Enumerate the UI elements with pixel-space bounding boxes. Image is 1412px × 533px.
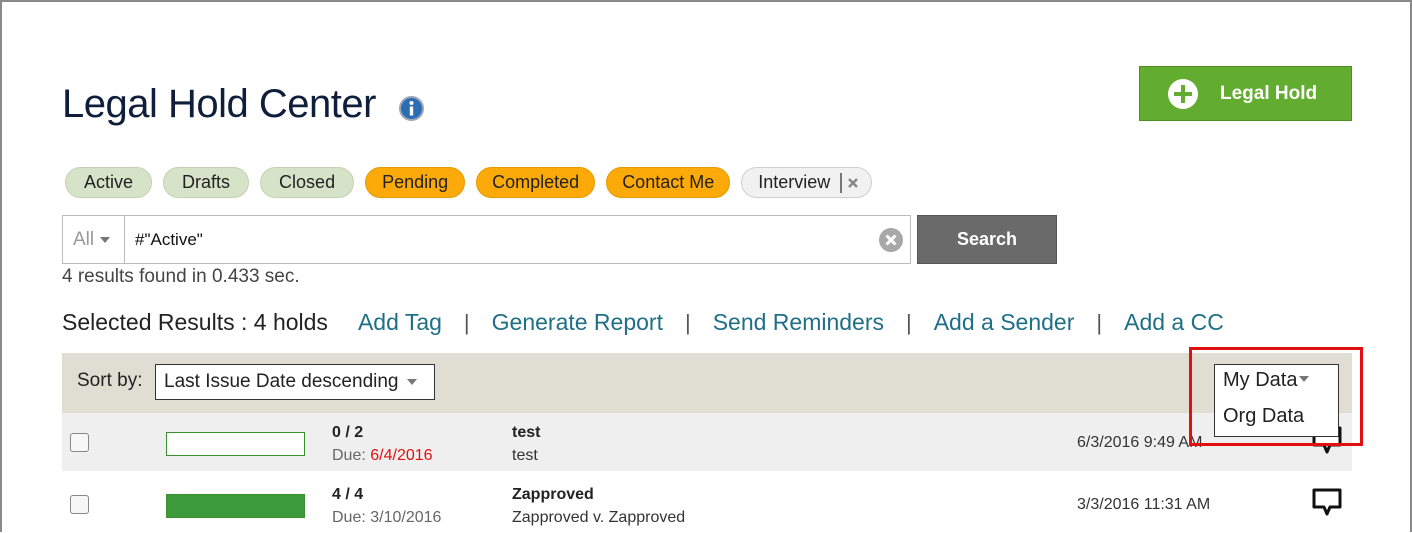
chip-label: Drafts xyxy=(182,172,231,192)
divider: | xyxy=(463,309,470,335)
due-label: Due: xyxy=(332,509,366,526)
data-scope-selected[interactable]: My Data xyxy=(1223,369,1297,392)
chip-label: Closed xyxy=(279,172,336,192)
response-count: 0 / 2 xyxy=(332,424,364,441)
search-input[interactable] xyxy=(125,228,878,251)
due-date: Due: 6/4/2016 xyxy=(332,447,433,465)
generate-report-link[interactable]: Generate Report xyxy=(492,309,663,336)
sort-dropdown[interactable]: Last Issue Date descending xyxy=(155,364,435,400)
progress-bar xyxy=(166,494,305,518)
chip-label: Contact Me xyxy=(622,172,715,192)
filter-chips: Active Drafts Closed Pending Completed C… xyxy=(65,167,883,198)
close-icon xyxy=(848,177,859,188)
divider: | xyxy=(906,309,912,335)
comment-icon[interactable] xyxy=(1311,487,1343,519)
results-count: 4 results found in 0.433 sec. xyxy=(62,266,300,287)
data-scope-dropdown[interactable]: My Data Org Data xyxy=(1214,364,1339,437)
divider: | xyxy=(1096,309,1103,335)
issue-timestamp: 6/3/2016 9:49 AM xyxy=(1077,434,1203,451)
chip-label: Active xyxy=(84,172,134,192)
add-legal-hold-button[interactable]: Legal Hold xyxy=(1139,66,1352,121)
plus-circle-icon xyxy=(1168,78,1198,109)
sort-bar: Sort by: Last Issue Date descending xyxy=(62,353,1352,413)
row-checkbox[interactable] xyxy=(70,433,89,452)
info-icon[interactable] xyxy=(399,96,424,121)
filter-chip-active[interactable]: Active xyxy=(65,167,153,198)
chevron-down-icon xyxy=(406,379,417,385)
chevron-down-icon xyxy=(100,236,111,243)
response-count: 4 / 4 xyxy=(332,486,364,503)
filter-chip-drafts[interactable]: Drafts xyxy=(163,167,250,198)
sort-value: Last Issue Date descending xyxy=(164,371,399,392)
filter-chip-contact-me[interactable]: Contact Me xyxy=(606,167,731,198)
filter-chip-interview[interactable]: Interview xyxy=(741,167,873,198)
progress-fill xyxy=(167,495,304,517)
table-row[interactable]: 0 / 2 Due: 6/4/2016 test test 6/3/2016 9… xyxy=(62,413,1352,471)
row-checkbox[interactable] xyxy=(70,495,89,514)
hold-name[interactable]: test xyxy=(512,424,540,442)
due-date-value: 3/10/2016 xyxy=(370,509,442,526)
hold-name[interactable]: Zapproved xyxy=(512,486,594,504)
table-row[interactable]: 4 / 4 Due: 3/10/2016 Zapproved Zapproved… xyxy=(62,475,1352,533)
divider: | xyxy=(684,309,691,335)
search-box: All xyxy=(62,215,911,264)
chip-label: Interview xyxy=(758,172,831,192)
bulk-actions: Selected Results : 4 holds Add Tag | Gen… xyxy=(62,309,1224,336)
hold-description: Zapproved v. Zapproved xyxy=(512,509,686,526)
chip-label: Completed xyxy=(492,172,580,192)
filter-chip-completed[interactable]: Completed xyxy=(476,167,596,198)
remove-filter-button[interactable] xyxy=(840,172,859,193)
chevron-down-icon xyxy=(1299,376,1309,382)
progress-bar xyxy=(166,432,305,456)
due-date: Due: 3/10/2016 xyxy=(332,509,441,527)
due-label: Due: xyxy=(332,447,366,464)
sort-label: Sort by: xyxy=(77,370,143,391)
selected-results-text: Selected Results : 4 holds xyxy=(62,309,328,335)
hold-description: test xyxy=(512,447,538,464)
filter-chip-closed[interactable]: Closed xyxy=(260,167,355,198)
search-scope-dropdown[interactable]: All xyxy=(63,216,125,263)
send-reminders-link[interactable]: Send Reminders xyxy=(713,309,884,336)
filter-chip-pending[interactable]: Pending xyxy=(365,167,466,198)
clear-search-icon[interactable] xyxy=(878,227,904,253)
chip-label: Pending xyxy=(382,172,449,192)
add-sender-link[interactable]: Add a Sender xyxy=(934,309,1075,336)
due-date-value: 6/4/2016 xyxy=(370,447,433,464)
add-legal-hold-label: Legal Hold xyxy=(1220,82,1318,104)
divider xyxy=(840,172,843,193)
add-tag-link[interactable]: Add Tag xyxy=(358,309,442,336)
search-button[interactable]: Search xyxy=(917,215,1057,264)
page-title: Legal Hold Center xyxy=(62,82,376,126)
scope-label: All xyxy=(73,228,95,250)
issue-timestamp: 3/3/2016 11:31 AM xyxy=(1077,496,1211,513)
add-cc-link[interactable]: Add a CC xyxy=(1124,309,1224,336)
data-scope-option-org[interactable]: Org Data xyxy=(1223,405,1304,428)
